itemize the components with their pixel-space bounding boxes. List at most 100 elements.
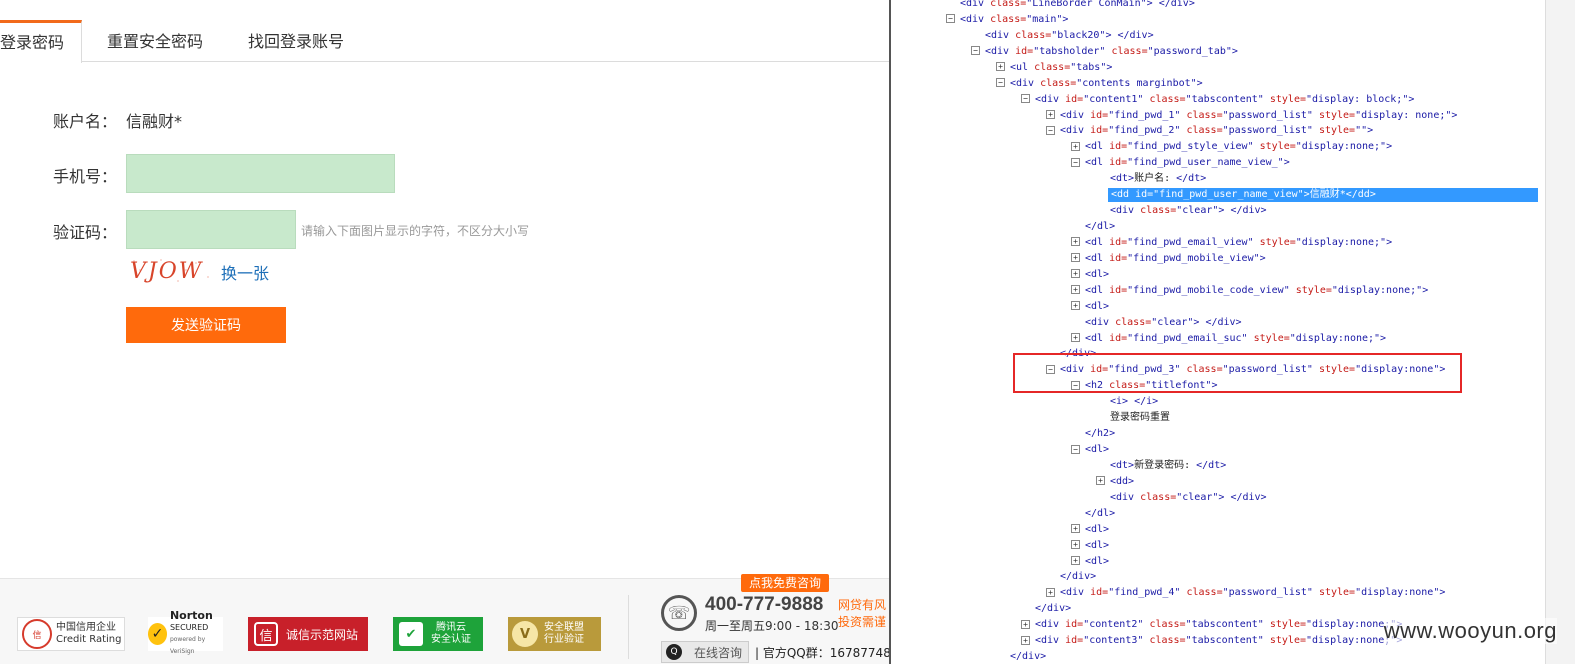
expand-icon[interactable]: + bbox=[1071, 285, 1080, 295]
dom-node-line[interactable]: + <dl> bbox=[1071, 555, 1109, 569]
captcha-hint: 请输入下面图片显示的字符，不区分大小写 bbox=[301, 224, 530, 238]
tab-recover-account[interactable]: 找回登录账号 bbox=[248, 22, 344, 62]
dom-node-line[interactable]: </div> bbox=[1060, 570, 1096, 584]
dom-node-line[interactable]: </h2> bbox=[1085, 427, 1115, 441]
send-code-button[interactable]: 发送验证码 bbox=[126, 307, 286, 343]
captcha-input[interactable] bbox=[126, 210, 296, 249]
expand-icon[interactable]: + bbox=[1046, 587, 1055, 597]
dom-node-line[interactable]: − <div class="main"> bbox=[946, 13, 1068, 27]
dom-node-line[interactable]: + <dl id="find_pwd_mobile_code_view" styl… bbox=[1071, 284, 1428, 298]
dom-node-line[interactable]: − <dl id="find_pwd_user_name_view_"> bbox=[1071, 156, 1290, 170]
dom-node-line[interactable]: <div class="clear"> </div> bbox=[1085, 316, 1242, 330]
norton-powered-by: powered by VeriSign bbox=[169, 636, 206, 655]
credit-badge-title: 中国信用企业 bbox=[56, 622, 116, 633]
scrollbar[interactable] bbox=[1545, 0, 1575, 664]
account-label: 账户名： bbox=[53, 112, 118, 131]
collapse-icon[interactable]: − bbox=[1046, 125, 1055, 135]
phone-icon: ☏ bbox=[661, 595, 697, 631]
checkmark-icon: ✓ bbox=[148, 623, 167, 645]
expand-icon[interactable]: + bbox=[1071, 301, 1080, 311]
collapse-icon[interactable]: − bbox=[946, 14, 955, 24]
dom-node-line[interactable]: <div class="clear"> </div> bbox=[1110, 204, 1267, 218]
dom-node-line[interactable]: </dl> bbox=[1085, 507, 1115, 521]
expand-icon[interactable]: + bbox=[1071, 540, 1080, 550]
refresh-captcha-link[interactable]: 换一张 bbox=[221, 260, 269, 284]
credit-seal-icon: 信 bbox=[22, 619, 52, 649]
expand-icon[interactable]: + bbox=[996, 62, 1005, 72]
expand-icon[interactable]: + bbox=[1071, 269, 1080, 279]
expand-icon[interactable]: + bbox=[1021, 619, 1030, 629]
dom-node-line[interactable]: </div> bbox=[1035, 602, 1071, 616]
online-consult-label: 在线咨询 bbox=[694, 645, 743, 660]
dom-node-line[interactable]: + <dl id="find_pwd_style_view" style="dis… bbox=[1071, 140, 1392, 154]
dom-node-line[interactable]: + <dl id="find_pwd_mobile_view"> bbox=[1071, 252, 1266, 266]
tab-reset-security-password[interactable]: 重置安全密码 bbox=[107, 22, 203, 62]
expand-icon[interactable]: + bbox=[1071, 253, 1080, 263]
footer-divider bbox=[628, 595, 629, 659]
dom-node-line[interactable]: + <dl> bbox=[1071, 300, 1109, 314]
v-icon: V bbox=[512, 621, 538, 647]
collapse-icon[interactable]: − bbox=[996, 78, 1005, 88]
dom-node-line[interactable]: − <div id="find_pwd_2" class="password_li… bbox=[1046, 124, 1373, 138]
dom-node-line[interactable]: <i> </i> bbox=[1110, 395, 1158, 409]
dom-node-line[interactable]: + <div id="find_pwd_4" class="password_li… bbox=[1046, 586, 1445, 600]
dom-node-line[interactable]: <div class="black20"> </div> bbox=[985, 29, 1154, 43]
phone-input[interactable] bbox=[126, 154, 395, 193]
watermark: www.wooyun.org bbox=[1383, 618, 1557, 644]
dom-node-line[interactable]: + <dl id="find_pwd_email_suc" style="disp… bbox=[1071, 332, 1386, 346]
dom-node-line[interactable]: + <div id="find_pwd_1" class="password_li… bbox=[1046, 109, 1457, 123]
expand-icon[interactable]: + bbox=[1096, 476, 1105, 486]
dom-node-line[interactable]: + <dl> bbox=[1071, 523, 1109, 537]
dom-node-line[interactable]: <div class="LineBorder ConMain"> </div> bbox=[960, 0, 1195, 11]
dom-node-line[interactable]: 登录密码重置 bbox=[1110, 411, 1170, 425]
dom-node-line[interactable]: − <div id="tabsholder" class="password_ta… bbox=[971, 45, 1238, 59]
dom-node-line[interactable]: </div> bbox=[1010, 650, 1046, 664]
expand-icon[interactable]: + bbox=[1046, 110, 1055, 119]
dom-node-line[interactable]: <dt>新登录密码: </dt> bbox=[1110, 459, 1226, 473]
dom-node-line[interactable]: + <dd> bbox=[1096, 475, 1134, 489]
expand-icon[interactable]: + bbox=[1071, 524, 1080, 534]
tab-login-password[interactable]: 登录密码 bbox=[0, 20, 82, 63]
expand-icon[interactable]: + bbox=[1071, 333, 1080, 343]
phone-label: 手机号： bbox=[53, 167, 118, 186]
tencent-cloud-badge[interactable]: ✔ 腾讯云 安全认证 bbox=[393, 617, 483, 651]
qq-group-text: | 官方QQ群：16787748 bbox=[755, 646, 889, 660]
norton-secured-badge[interactable]: ✓ Norton SECURED powered by VeriSign bbox=[148, 610, 223, 655]
service-hours: 周一至周五9:00 - 18:30 bbox=[705, 619, 839, 633]
dom-node-line[interactable]: + <div id="content3" class="tabscontent" … bbox=[1021, 634, 1402, 648]
integrity-site-badge[interactable]: 信 诚信示范网站 bbox=[248, 617, 368, 651]
dom-node-line[interactable]: − <dl> bbox=[1071, 443, 1109, 457]
free-consult-tag[interactable]: 点我免费咨询 bbox=[741, 574, 830, 592]
norton-subtitle: SECURED bbox=[169, 623, 209, 632]
collapse-icon[interactable]: − bbox=[971, 46, 980, 56]
credit-badge-subtitle: Credit Rating bbox=[56, 634, 122, 645]
online-consult-button[interactable]: Q 在线咨询 bbox=[661, 641, 749, 663]
collapse-icon[interactable]: − bbox=[1021, 94, 1030, 104]
security-alliance-badge[interactable]: V 安全联盟 行业验证 bbox=[508, 617, 601, 651]
dom-node-line[interactable]: + <dl> bbox=[1071, 268, 1109, 282]
expand-icon[interactable]: + bbox=[1071, 237, 1080, 247]
dom-node-line[interactable]: + <dl> bbox=[1071, 539, 1109, 553]
alliance-title: 安全联盟 bbox=[544, 622, 584, 633]
risk-notice-line1: 网贷有风 bbox=[838, 598, 887, 612]
credit-rating-badge[interactable]: 信 中国信用企业 Credit Rating bbox=[17, 617, 125, 651]
dom-node-line[interactable]: − <div id="content1" class="tabscontent" … bbox=[1021, 93, 1414, 107]
integrity-icon: 信 bbox=[254, 622, 278, 646]
expand-icon[interactable]: + bbox=[1021, 635, 1030, 645]
collapse-icon[interactable]: − bbox=[1071, 157, 1080, 167]
risk-notice-line2: 投资需谨 bbox=[838, 615, 887, 629]
expand-icon[interactable]: + bbox=[1071, 141, 1080, 151]
highlight-box bbox=[1013, 353, 1462, 393]
dom-node-line[interactable]: + <div id="content2" class="tabscontent" … bbox=[1021, 618, 1402, 632]
dom-node-line[interactable]: <dt>账户名: </dt> bbox=[1110, 172, 1206, 186]
collapse-icon[interactable]: − bbox=[1071, 444, 1080, 454]
tencent-subtitle: 安全认证 bbox=[431, 634, 471, 645]
shield-check-icon: ✔ bbox=[399, 622, 423, 646]
dom-node-line[interactable]: </dl> bbox=[1085, 220, 1115, 234]
dom-node-line[interactable]: <div class="clear"> </div> bbox=[1110, 491, 1267, 505]
dom-node-line[interactable]: − <div class="contents marginbot"> bbox=[996, 77, 1203, 91]
expand-icon[interactable]: + bbox=[1071, 556, 1080, 566]
dom-node-line[interactable]: + <ul class="tabs"> bbox=[996, 61, 1112, 75]
dom-node-selected[interactable]: <dd id="find_pwd_user_name_view">信融财*</d… bbox=[1108, 188, 1538, 203]
dom-node-line[interactable]: + <dl id="find_pwd_email_view" style="dis… bbox=[1071, 236, 1392, 250]
